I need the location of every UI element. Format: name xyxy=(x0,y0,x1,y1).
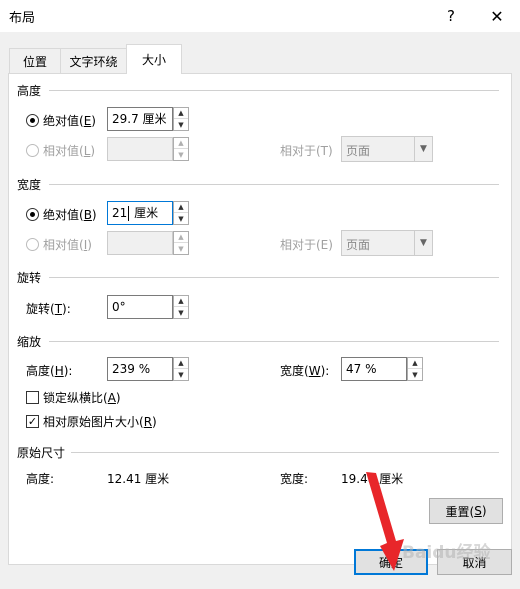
ok-label: 确定 xyxy=(378,555,403,570)
chevron-down-icon: ▼ xyxy=(414,231,432,255)
width-relative-to-label: 相对于(E) xyxy=(280,238,333,252)
height-relative-to-select[interactable]: 页面 ▼ xyxy=(341,136,433,162)
scale-width-spinner[interactable]: ▲ ▼ xyxy=(407,357,423,381)
scale-width-input[interactable]: 47 % xyxy=(341,357,407,381)
spin-down-icon[interactable]: ▼ xyxy=(174,369,188,380)
tab-label: 位置 xyxy=(22,54,47,69)
original-width-label: 宽度: xyxy=(280,472,309,486)
rotation-spinner[interactable]: ▲ ▼ xyxy=(173,295,189,319)
width-absolute-radio[interactable] xyxy=(26,208,39,221)
section-divider xyxy=(49,90,499,91)
original-width-value: 19.48 厘米 xyxy=(341,472,404,486)
size-panel: 高度 绝对值(E) 29.7 厘米 ▲ ▼ 相对值(L) ▲ ▼ 相对于(T) 页面… xyxy=(8,73,512,565)
spin-up-icon[interactable]: ▲ xyxy=(174,232,188,243)
width-relative-label: 相对值(I) xyxy=(43,238,92,252)
close-button[interactable]: ✕ xyxy=(477,0,517,32)
width-absolute-label: 绝对值(B) xyxy=(43,208,97,222)
relative-original-size-checkbox[interactable]: ✓ xyxy=(26,415,39,428)
width-relative-input[interactable] xyxy=(107,231,173,255)
height-absolute-label: 绝对值(E) xyxy=(43,114,96,128)
height-relative-to-label: 相对于(T) xyxy=(280,144,333,158)
section-width-title: 宽度 xyxy=(17,178,42,192)
spin-down-icon[interactable]: ▼ xyxy=(174,213,188,224)
height-absolute-radio[interactable] xyxy=(26,114,39,127)
section-height-title: 高度 xyxy=(17,84,42,98)
width-relative-radio[interactable] xyxy=(26,238,39,251)
width-absolute-spinner[interactable]: ▲ ▼ xyxy=(173,201,189,225)
select-value: 页面 xyxy=(346,144,371,158)
relative-original-size-label: 相对原始图片大小(R) xyxy=(43,415,157,429)
spin-down-icon[interactable]: ▼ xyxy=(174,307,188,318)
section-divider xyxy=(49,184,499,185)
spin-up-icon[interactable]: ▲ xyxy=(174,202,188,213)
checkmark-icon: ✓ xyxy=(27,415,38,428)
spin-down-icon[interactable]: ▼ xyxy=(408,369,422,380)
spin-down-icon[interactable]: ▼ xyxy=(174,243,188,254)
lock-aspect-ratio-checkbox[interactable] xyxy=(26,391,39,404)
spin-down-icon[interactable]: ▼ xyxy=(174,119,188,130)
height-absolute-spinner[interactable]: ▲ ▼ xyxy=(173,107,189,131)
spin-up-icon[interactable]: ▲ xyxy=(174,358,188,369)
help-button[interactable]: ? xyxy=(431,0,471,32)
rotation-input[interactable]: 0° xyxy=(107,295,173,319)
reset-label: 重置( xyxy=(445,504,475,519)
section-divider xyxy=(49,341,499,342)
lock-aspect-ratio-label: 锁定纵横比(A) xyxy=(43,391,121,405)
height-absolute-input[interactable]: 29.7 厘米 xyxy=(107,107,173,131)
scale-height-label: 高度(H): xyxy=(26,364,73,378)
tab-position[interactable]: 位置 xyxy=(9,48,61,73)
width-value-number: 21 xyxy=(112,206,128,220)
scale-width-label: 宽度(W): xyxy=(280,364,330,378)
tab-label: 大小 xyxy=(141,53,166,67)
reset-button[interactable]: 重置(S) xyxy=(429,498,503,524)
text-caret xyxy=(128,206,130,221)
tab-label: 文字环绕 xyxy=(69,54,118,69)
tab-size[interactable]: 大小 xyxy=(126,44,182,74)
original-height-label: 高度: xyxy=(26,472,55,486)
dialog-body: 位置 文字环绕 大小 高度 绝对值(E) 29.7 厘米 ▲ ▼ 相对值(L) ▲… xyxy=(0,32,520,589)
scale-height-spinner[interactable]: ▲ ▼ xyxy=(173,357,189,381)
width-relative-spinner[interactable]: ▲ ▼ xyxy=(173,231,189,255)
spin-down-icon[interactable]: ▼ xyxy=(174,149,188,160)
spin-up-icon[interactable]: ▲ xyxy=(174,108,188,119)
section-divider xyxy=(71,452,499,453)
dialog-title: 布局 xyxy=(9,11,36,26)
chevron-down-icon: ▼ xyxy=(414,137,432,161)
width-absolute-input[interactable]: 21 厘米 xyxy=(107,201,173,225)
rotation-label: 旋转(T): xyxy=(26,302,71,316)
reset-key: S xyxy=(474,504,482,518)
section-rotation-title: 旋转 xyxy=(17,271,42,285)
width-relative-to-select[interactable]: 页面 ▼ xyxy=(341,230,433,256)
original-height-value: 12.41 厘米 xyxy=(107,472,170,486)
watermark-text: Baidu经验 xyxy=(402,543,491,563)
tab-text-wrapping[interactable]: 文字环绕 xyxy=(60,48,127,73)
height-relative-label: 相对值(L) xyxy=(43,144,96,158)
height-relative-input[interactable] xyxy=(107,137,173,161)
section-original-size-title: 原始尺寸 xyxy=(17,446,66,460)
select-value: 页面 xyxy=(346,238,371,252)
height-relative-radio[interactable] xyxy=(26,144,39,157)
width-value-unit: 厘米 xyxy=(130,206,159,220)
section-divider xyxy=(49,277,499,278)
spin-up-icon[interactable]: ▲ xyxy=(174,296,188,307)
spin-up-icon[interactable]: ▲ xyxy=(408,358,422,369)
title-bar: 布局 ? ✕ xyxy=(0,0,520,32)
section-scale-title: 缩放 xyxy=(17,335,42,349)
scale-height-input[interactable]: 239 % xyxy=(107,357,173,381)
spin-up-icon[interactable]: ▲ xyxy=(174,138,188,149)
height-relative-spinner[interactable]: ▲ ▼ xyxy=(173,137,189,161)
